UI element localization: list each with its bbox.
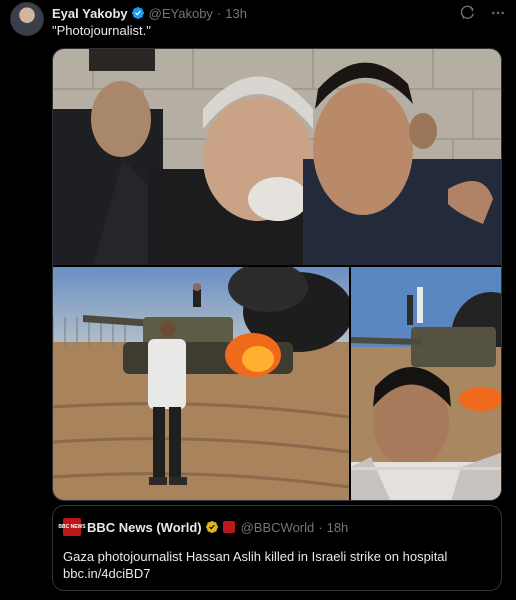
quoted-time[interactable]: 18h	[327, 520, 349, 535]
quoted-tweet-header: BBC NEWS BBC News (World) @BBCWorld · 18…	[58, 518, 349, 536]
quoted-tweet-text: Gaza photojournalist Hassan Aslih killed…	[63, 548, 491, 582]
photo-selfie-tank[interactable]	[351, 267, 501, 500]
photo-man-burning-tank[interactable]	[53, 267, 349, 500]
grok-icon[interactable]	[460, 5, 476, 21]
more-icon[interactable]	[490, 5, 506, 21]
bbc-news-avatar[interactable]: BBC NEWS	[58, 518, 86, 536]
verified-badge-icon	[131, 7, 144, 19]
quoted-text-link[interactable]: bbc.in/4dciBD7	[63, 565, 491, 582]
quoted-author-name[interactable]: BBC News (World)	[87, 520, 202, 535]
quoted-tweet-card[interactable]: BBC NEWS BBC News (World) @BBCWorld · 18…	[52, 505, 502, 591]
tweet-header: Eyal Yakoby @EYakoby · 13h	[52, 4, 506, 22]
affiliate-badge-icon	[222, 521, 235, 533]
tweet-time[interactable]: 13h	[225, 6, 247, 21]
author-name[interactable]: Eyal Yakoby	[52, 6, 128, 21]
quoted-text-headline: Gaza photojournalist Hassan Aslih killed…	[63, 549, 448, 564]
author-handle[interactable]: @EYakoby	[149, 6, 213, 21]
media-grid	[52, 48, 502, 501]
tweet-text: "Photojournalist."	[52, 23, 151, 38]
photo-two-men-wall[interactable]	[53, 49, 501, 265]
quoted-author-handle[interactable]: @BBCWorld	[241, 520, 315, 535]
header-separator: ·	[216, 5, 222, 21]
author-avatar[interactable]	[10, 2, 44, 36]
quoted-separator: ·	[318, 519, 323, 535]
gold-verified-badge-icon	[205, 521, 218, 533]
